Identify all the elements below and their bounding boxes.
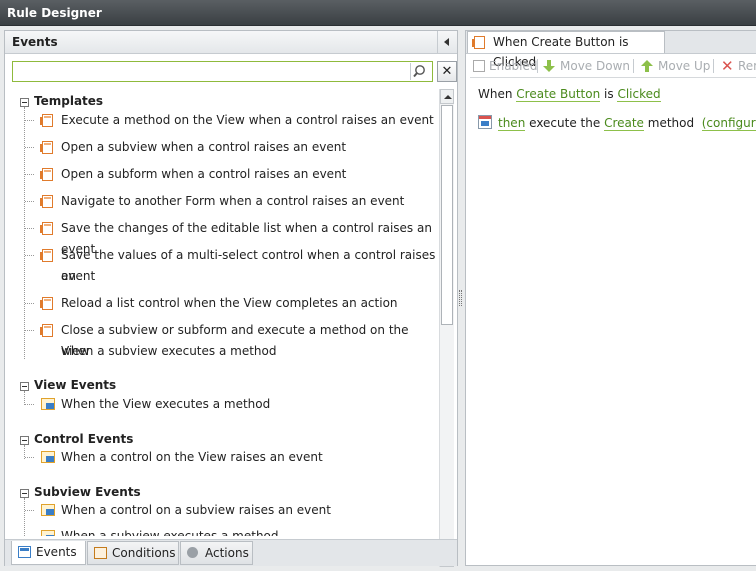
collapse-view-events-icon[interactable] <box>20 382 29 391</box>
control-token[interactable]: Create Button <box>516 87 601 102</box>
remove-icon: ✕ <box>721 57 734 75</box>
rule-action-line: then execute the Create method (configur… <box>478 114 756 132</box>
collapse-control-events-icon[interactable] <box>20 436 29 445</box>
list-item[interactable]: Open a subview when a control raises an … <box>25 137 436 158</box>
conditions-icon <box>94 547 107 559</box>
move-up-icon <box>641 60 653 73</box>
template-doc-icon <box>40 249 53 262</box>
tree-group-view-events: View Events When the View executes a met… <box>12 373 437 423</box>
tab-actions[interactable]: Actions <box>180 541 253 565</box>
rule-event-line: When Create Button is Clicked <box>478 87 661 102</box>
events-panel: Events ✕ Templates Execute a method on t… <box>4 30 458 567</box>
collapse-subview-events-icon[interactable] <box>20 489 29 498</box>
window-title: Rule Designer <box>0 0 756 26</box>
list-item[interactable]: Open a subform when a control raises an … <box>25 164 436 185</box>
group-title: Control Events <box>34 432 134 446</box>
list-item[interactable]: Execute a method on the View when a cont… <box>25 110 436 131</box>
remove-button[interactable]: Rem <box>738 57 756 75</box>
list-item[interactable]: When a control on the View raises an eve… <box>25 447 436 468</box>
tree-group-templates: Templates Execute a method on the View w… <box>12 89 437 369</box>
tree-group-control-events: Control Events When a control on the Vie… <box>12 427 437 477</box>
event-token[interactable]: Clicked <box>617 87 661 102</box>
list-item[interactable]: Reload a list control when the View comp… <box>25 293 436 314</box>
template-doc-icon <box>40 168 53 181</box>
move-down-icon <box>543 60 555 73</box>
configure-link[interactable]: (configure) <box>701 116 756 131</box>
list-item[interactable]: When the View executes a method <box>25 394 436 415</box>
list-item[interactable]: When a control on a subview raises an ev… <box>25 500 436 521</box>
search-icon[interactable] <box>410 63 429 80</box>
search-input[interactable] <box>15 63 409 80</box>
group-title: Templates <box>34 94 104 108</box>
template-doc-icon <box>40 141 53 154</box>
template-doc-icon <box>40 297 53 310</box>
events-tree: Templates Execute a method on the View w… <box>12 89 437 536</box>
rule-panel: When Create Button is Clicked Enabled Mo… <box>465 30 756 566</box>
scroll-thumb[interactable] <box>441 105 453 325</box>
actions-icon <box>187 547 198 558</box>
list-item[interactable]: When a subview executes a method <box>36 526 436 536</box>
clear-search-button[interactable]: ✕ <box>437 61 457 82</box>
tree-group-subview-events: Subview Events When a control on a subvi… <box>12 480 437 536</box>
group-title: Subview Events <box>34 485 141 499</box>
events-panel-header: Events <box>5 31 457 54</box>
list-item[interactable]: Close a subview or subform and execute a… <box>25 320 436 362</box>
tree-scrollbar[interactable] <box>439 89 454 567</box>
search-row: ✕ <box>12 61 457 83</box>
view-event-icon <box>41 451 55 463</box>
template-doc-icon <box>40 324 53 337</box>
template-doc-icon <box>40 114 53 127</box>
panel-title: Events <box>12 35 58 49</box>
panel-splitter-handle[interactable] <box>459 290 462 306</box>
template-doc-icon <box>40 195 53 208</box>
view-event-icon <box>41 530 55 536</box>
enabled-label: Enabled <box>489 59 538 73</box>
tab-conditions[interactable]: Conditions <box>87 541 179 565</box>
list-item[interactable]: Save the changes of the editable list wh… <box>25 218 436 256</box>
search-box <box>12 61 433 82</box>
tab-events[interactable]: Events <box>11 541 86 565</box>
execute-method-icon <box>478 115 492 129</box>
method-token[interactable]: Create <box>604 116 644 131</box>
enabled-checkbox[interactable] <box>473 60 485 72</box>
template-doc-icon <box>40 222 53 235</box>
events-icon <box>18 546 31 558</box>
move-up-button[interactable]: Move Up <box>658 57 710 75</box>
then-token[interactable]: then <box>498 116 526 131</box>
collapse-panel-icon[interactable] <box>437 31 457 53</box>
view-event-icon <box>41 504 55 516</box>
tab-rule[interactable]: When Create Button is Clicked <box>467 31 665 69</box>
list-item[interactable]: Navigate to another Form when a control … <box>25 191 436 212</box>
rule-toolbar: Enabled Move Down Move Up ✕ Rem <box>470 57 756 78</box>
rule-doc-icon <box>472 36 485 49</box>
scroll-up-icon[interactable] <box>440 89 454 104</box>
group-title: View Events <box>34 378 117 392</box>
collapse-templates-icon[interactable] <box>20 98 29 107</box>
rule-tab-row: When Create Button is Clicked <box>466 31 756 69</box>
list-item[interactable]: Save the values of a multi-select contro… <box>25 245 436 287</box>
move-down-button[interactable]: Move Down <box>560 57 630 75</box>
bottom-tab-bar: Events Conditions Actions <box>5 539 457 566</box>
view-event-icon <box>41 398 55 410</box>
